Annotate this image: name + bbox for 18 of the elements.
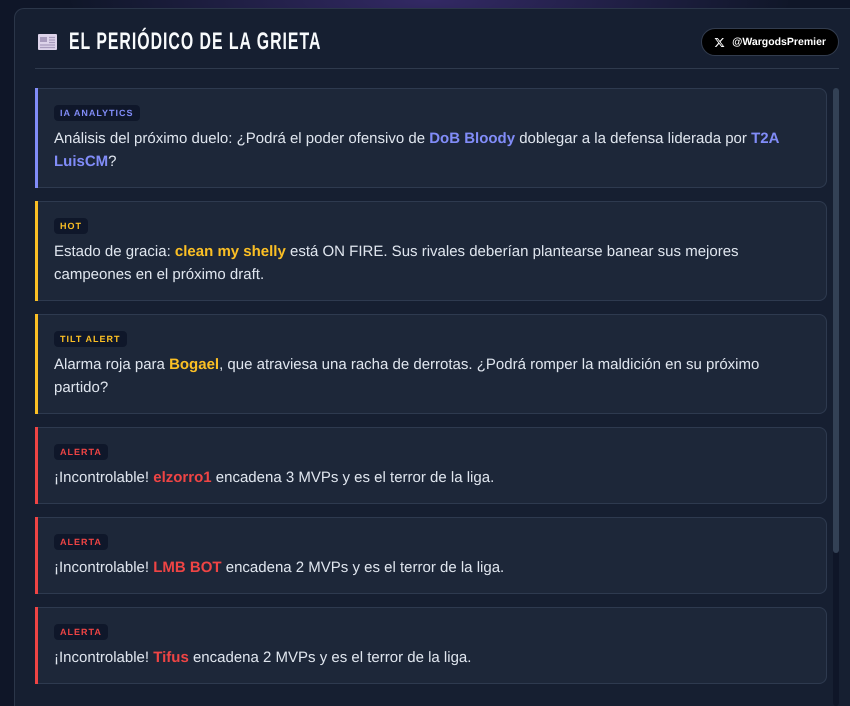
category-tag: IA ANALYTICS: [54, 105, 140, 121]
news-text: ¡Incontrolable! LMB BOT encadena 2 MVPs y es el terror de la liga.: [54, 558, 504, 578]
category-tag: ALERTA: [54, 534, 108, 550]
news-text: Alarma roja para Bogael, que atraviesa una racha de derrotas. ¿Podrá romper la maldición en su próximo partido?: [54, 355, 760, 398]
news-text: Análisis del próximo duelo: ¿Podrá el poder ofensivo de DoB Bloody doblegar a la defensa liderada por T2A LuisCM?: [54, 129, 780, 172]
page-title: EL PERIÓDICO DE LA GRIETA: [69, 28, 322, 56]
category-tag: TILT ALERT: [54, 331, 126, 347]
news-text: ¡Incontrolable! Tifus encadena 2 MVPs y es el terror de la liga.: [54, 648, 472, 668]
news-text: ¡Incontrolable! elzorro1 encadena 3 MVPs y es el terror de la liga.: [54, 468, 494, 488]
news-text: Estado de gracia: clean my shelly está ON FIRE. Sus rivales deberían plantearse banear sus mejores campeones en el próximo draft.: [54, 242, 740, 285]
category-tag: ALERTA: [54, 624, 108, 640]
scrollbar-track[interactable]: [833, 88, 839, 706]
newspaper-icon: [38, 34, 57, 50]
x-logo-icon: [714, 36, 726, 48]
scrollbar-thumb[interactable]: [833, 88, 839, 553]
social-link[interactable]: @WargodsPremier: [701, 28, 839, 56]
category-tag: ALERTA: [54, 444, 108, 460]
category-tag: HOT: [54, 218, 88, 234]
